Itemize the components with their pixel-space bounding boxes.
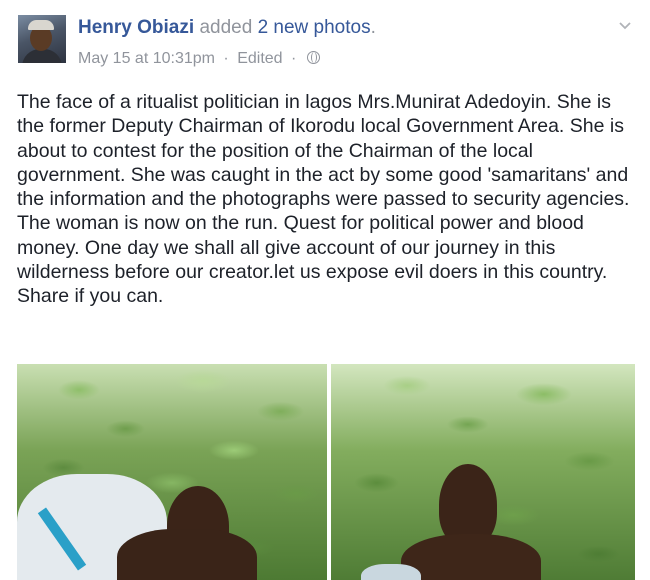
timestamp-link[interactable]: May 15 at 10:31pm bbox=[78, 50, 215, 67]
header-period: . bbox=[370, 17, 376, 38]
post-photo-2[interactable] bbox=[331, 364, 635, 580]
avatar-shirt bbox=[22, 49, 62, 63]
photo-person-body bbox=[401, 534, 541, 580]
meta-separator: · bbox=[223, 50, 229, 67]
photo-grid bbox=[17, 364, 635, 580]
photo-cloth bbox=[361, 564, 421, 580]
globe-icon[interactable] bbox=[306, 51, 320, 64]
edited-link[interactable]: Edited bbox=[237, 50, 282, 67]
photo-count-link[interactable]: 2 new photos bbox=[258, 17, 371, 38]
post-photo-1[interactable] bbox=[17, 364, 327, 580]
post-body-text: The face of a ritualist politician in la… bbox=[17, 91, 630, 308]
facebook-post: Henry Obiazi added 2 new photos. May 15 … bbox=[0, 0, 650, 580]
post-header: Henry Obiazi added 2 new photos. bbox=[78, 17, 376, 39]
avatar-cap bbox=[28, 20, 54, 30]
photo-person-body bbox=[117, 529, 257, 580]
chevron-down-icon[interactable] bbox=[618, 18, 632, 32]
author-avatar[interactable] bbox=[18, 15, 66, 63]
post-meta: May 15 at 10:31pm · Edited · bbox=[78, 50, 320, 68]
author-name-link[interactable]: Henry Obiazi bbox=[78, 17, 194, 38]
meta-separator-2: · bbox=[291, 50, 297, 67]
action-text: added bbox=[199, 17, 253, 38]
